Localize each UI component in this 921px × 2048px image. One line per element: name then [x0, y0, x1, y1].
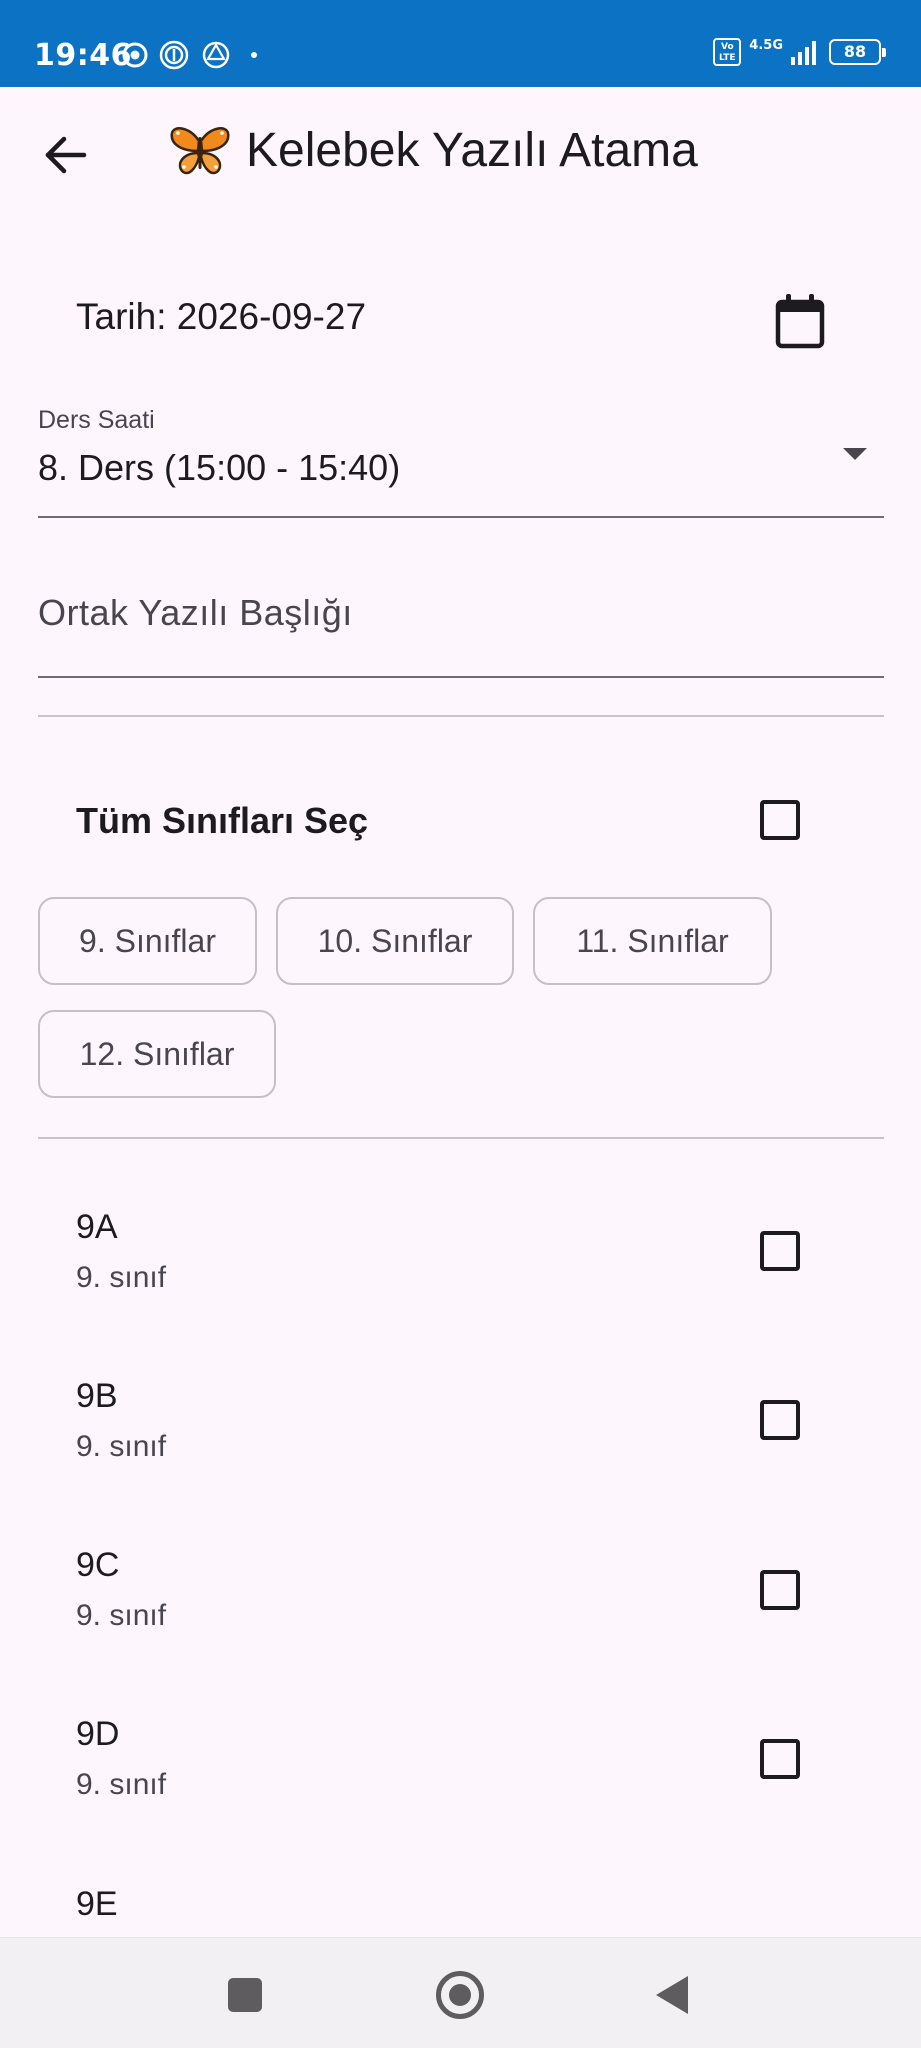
divider — [38, 715, 884, 717]
page-title: Kelebek Yazılı Atama — [246, 124, 698, 177]
status-bar: 19:46 Vo LTE 4.5G 88 — [0, 0, 921, 87]
divider — [38, 1137, 884, 1139]
class-grade: 9. sınıf — [76, 1768, 167, 1801]
class-name: 9D — [76, 1715, 120, 1753]
chip-grade-10[interactable]: 10. Sınıflar — [276, 897, 514, 985]
volte-icon: Vo LTE — [713, 38, 742, 66]
select-all-label: Tüm Sınıfları Seç — [76, 800, 369, 841]
class-checkbox-9d[interactable] — [760, 1739, 800, 1779]
chrome-icon — [122, 42, 148, 68]
chip-grade-9[interactable]: 9. Sınıflar — [38, 897, 257, 985]
exam-title-placeholder: Ortak Yazılı Başlığı — [38, 592, 353, 633]
select-all-checkbox[interactable] — [760, 800, 800, 840]
class-name: 9B — [76, 1377, 118, 1415]
date-label: Tarih: 2026-09-27 — [76, 296, 367, 337]
lesson-dropdown-underline — [38, 516, 884, 518]
class-name: 9A — [76, 1208, 118, 1246]
chip-grade-11[interactable]: 11. Sınıflar — [533, 897, 772, 985]
status-time: 19:46 — [34, 38, 132, 73]
butterfly-icon — [170, 127, 230, 175]
chip-grade-12[interactable]: 12. Sınıflar — [38, 1010, 276, 1098]
class-grade: 9. sınıf — [76, 1261, 167, 1294]
network-type: 4.5G — [749, 37, 783, 53]
lesson-dropdown-label: Ders Saati — [38, 406, 155, 434]
class-grade: 9. sınıf — [76, 1430, 167, 1463]
lesson-dropdown-value: 8. Ders (15:00 - 15:40) — [38, 447, 401, 488]
list-item-partial[interactable]: 9E — [0, 1880, 921, 1938]
dropdown-arrow-icon — [843, 448, 867, 460]
recents-button[interactable] — [228, 1978, 262, 2012]
back-button[interactable] — [38, 127, 94, 183]
system-icons: Vo LTE 4.5G 88 — [713, 37, 886, 66]
arrow-left-icon — [45, 136, 87, 174]
class-checkbox-9c[interactable] — [760, 1570, 800, 1610]
home-button[interactable] — [436, 1971, 484, 2019]
app-bar: Kelebek Yazılı Atama — [0, 87, 921, 217]
exam-title-underline — [38, 676, 884, 678]
calendar-icon — [775, 294, 825, 349]
calendar-button[interactable] — [768, 290, 832, 354]
signal-icon — [791, 41, 816, 65]
class-name: 9E — [76, 1885, 118, 1923]
dot-icon — [251, 52, 257, 58]
openai-icon — [202, 41, 230, 69]
system-back-button[interactable] — [656, 1976, 688, 2014]
class-grade: 9. sınıf — [76, 1599, 167, 1632]
fingerprint-icon — [159, 40, 189, 70]
battery-icon: 88 — [829, 39, 886, 65]
class-name: 9C — [76, 1546, 120, 1584]
system-nav-bar — [0, 1937, 921, 2048]
notification-icons — [122, 39, 262, 71]
class-checkbox-9b[interactable] — [760, 1400, 800, 1440]
class-checkbox-9a[interactable] — [760, 1231, 800, 1271]
